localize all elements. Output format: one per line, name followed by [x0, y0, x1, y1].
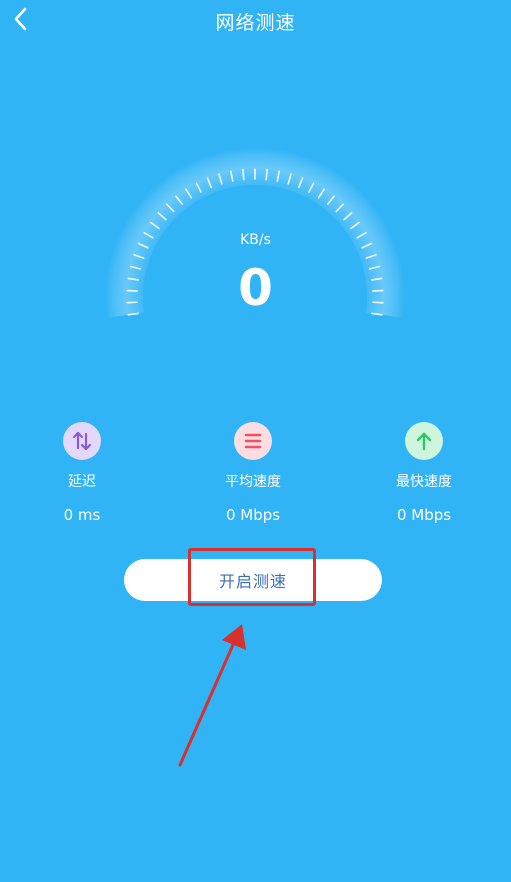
stat-max-speed: 最快速度 0 Mbps [359, 420, 489, 524]
stat-average-speed-label: 平均速度 [225, 474, 281, 490]
stat-max-speed-label: 最快速度 [396, 474, 452, 490]
stat-max-speed-value: 0 Mbps [396, 506, 452, 524]
annotation-highlight-box [188, 548, 316, 606]
gauge-tick [265, 168, 268, 181]
page-title: 网络测速 [215, 12, 296, 34]
stat-average-speed: 平均速度 0 Mbps [188, 420, 318, 524]
header-bar: 网络测速 [0, 0, 511, 40]
annotation-arrow [178, 624, 246, 767]
list-icon [234, 422, 272, 460]
stat-latency: 延迟 0 ms [17, 420, 147, 524]
stat-latency-label: 延迟 [68, 474, 96, 490]
arrow-up-icon [405, 422, 443, 460]
stat-average-speed-value: 0 Mbps [225, 506, 281, 524]
speed-value: 0 [238, 259, 273, 317]
gauge-tick [242, 168, 245, 181]
swap-vertical-icon [63, 422, 101, 460]
speed-unit-label: KB/s [240, 232, 271, 248]
stat-latency-value: 0 ms [63, 506, 101, 524]
